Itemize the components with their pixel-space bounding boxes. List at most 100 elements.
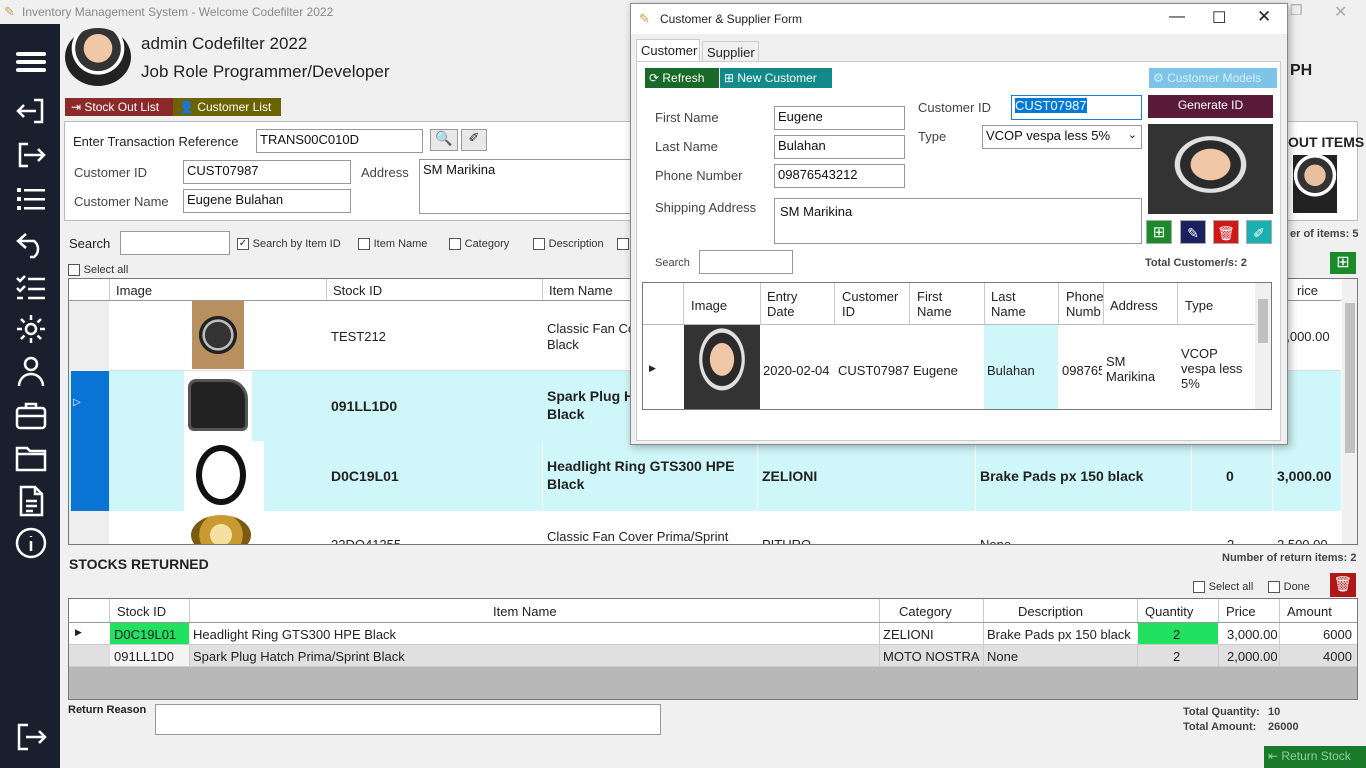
gear-icon[interactable] — [14, 312, 48, 346]
customer-tab-panel: ⟳ Refresh ⊞ New Customer ⚙ Customer Mode… — [636, 61, 1281, 441]
extra-checkbox[interactable] — [617, 235, 629, 250]
generate-id-button[interactable]: Generate ID — [1148, 95, 1273, 118]
user-avatar — [65, 28, 131, 86]
total-amount: 26000 — [1268, 721, 1299, 733]
return-stock-button[interactable]: ⇤ Return Stock — [1264, 746, 1366, 768]
item-row[interactable]: D0C19L01 Headlight Ring GTS300 HPE Black… — [69, 441, 1341, 511]
minimize-icon[interactable]: — — [1169, 8, 1185, 26]
customer-grid: Image Entry Date Customer ID First Name … — [642, 282, 1272, 410]
row-pointer-icon: ▶ — [649, 363, 656, 373]
done-checkbox[interactable]: Done — [1268, 578, 1310, 593]
item-image — [191, 515, 251, 544]
customer-list-tab[interactable]: 👤 Customer List — [173, 98, 281, 116]
stock-in-icon[interactable] — [14, 94, 48, 128]
phone-label: Phone Number — [655, 168, 743, 183]
refresh-button[interactable]: ⟳ Refresh — [645, 68, 719, 88]
returned-row[interactable]: ▶ D0C19L01 Headlight Ring GTS300 HPE Bla… — [69, 623, 1357, 645]
customer-models-button[interactable]: ⚙ Customer Models — [1149, 68, 1277, 88]
checklist-icon[interactable] — [14, 270, 48, 304]
search-input[interactable] — [120, 231, 230, 255]
gear-small-icon: ⚙ — [1153, 71, 1168, 85]
returned-select-all[interactable]: Select all — [1193, 578, 1253, 593]
cust-id-input[interactable]: CUST07987 — [183, 160, 351, 184]
returned-header: Stock ID Item Name Category Description … — [69, 599, 1357, 623]
tab-supplier[interactable]: Supplier — [702, 41, 759, 62]
address-label: Address — [361, 165, 409, 180]
document-icon[interactable] — [14, 484, 48, 518]
total-qty: 10 — [1268, 706, 1281, 718]
close-icon[interactable]: ✕ — [1334, 2, 1347, 22]
delete-returned-button[interactable]: 🗑 — [1330, 573, 1356, 597]
row-pointer-icon: ▶ — [75, 627, 82, 637]
items-scrollbar[interactable] — [1342, 279, 1357, 544]
search-trans-button[interactable]: 🔍 — [430, 129, 458, 151]
address-input[interactable]: SM Marikina — [419, 159, 631, 214]
category-checkbox[interactable]: Category — [449, 235, 509, 250]
total-qty-label: Total Quantity: — [1183, 706, 1260, 718]
total-customers: Total Customer/s: 2 — [1145, 257, 1247, 269]
maximize-icon[interactable]: ☐ — [1212, 8, 1226, 28]
edit-icon: ✎ — [1187, 225, 1199, 241]
export-button[interactable]: ⊞ — [1330, 252, 1356, 274]
delete-button[interactable]: 🗑 — [1213, 220, 1239, 244]
modal-cust-id-label: Customer ID — [918, 100, 991, 115]
return-reason-input[interactable] — [155, 704, 661, 735]
restore-icon[interactable]: ❐ — [1290, 2, 1303, 19]
col-stock-id: Stock ID — [333, 283, 383, 298]
row-pointer-icon: ▷ — [73, 397, 81, 408]
menu-icon[interactable] — [14, 44, 48, 78]
last-name-input[interactable]: Bulahan — [774, 135, 905, 159]
phone-input[interactable]: 09876543212 — [774, 164, 905, 188]
customer-row[interactable]: ▶ 2020-02-04 CUST07987 Eugene Bulahan 09… — [643, 325, 1255, 409]
item-row[interactable]: 22DO41255 Classic Fan Cover Prima/Sprint… — [69, 511, 1341, 544]
trans-input[interactable]: TRANS00C010D — [256, 129, 423, 153]
stock-out-list-tab[interactable]: ⇥ Stock Out List — [65, 98, 173, 116]
return-count: Number of return items: 2 — [1222, 552, 1357, 564]
first-name-label: First Name — [655, 110, 719, 125]
sidebar — [0, 24, 60, 768]
item-image — [196, 445, 246, 505]
first-name-input[interactable]: Eugene — [774, 106, 905, 130]
eraser-icon: ✐ — [1253, 225, 1265, 241]
return-icon[interactable] — [14, 226, 48, 260]
return-arrow-icon: ⇤ — [1268, 749, 1282, 763]
search-by-item-checkbox[interactable]: ✓ Search by Item ID — [237, 235, 341, 250]
stock-out-icon[interactable] — [14, 138, 48, 172]
returned-row[interactable]: 091LL1D0 Spark Plug Hatch Prima/Sprint B… — [69, 645, 1357, 667]
type-label: Type — [918, 129, 947, 144]
user-name: admin Codefilter 2022 — [141, 34, 308, 53]
person-icon: 👤 — [179, 100, 198, 114]
add-photo-button[interactable]: ⊞ — [1146, 220, 1172, 244]
returned-title: STOCKS RETURNED — [69, 556, 209, 572]
customer-grid-scrollbar[interactable] — [1255, 283, 1271, 409]
edit-button[interactable]: ✎ — [1180, 220, 1206, 244]
returned-grid: Stock ID Item Name Category Description … — [68, 598, 1358, 700]
trash-icon: 🗑 — [1333, 576, 1353, 593]
shipping-input[interactable]: SM Marikina — [774, 198, 1142, 244]
type-select[interactable]: VCOP vespa less 5% ⌄ — [982, 125, 1142, 149]
cust-name-input[interactable]: Eugene Bulahan — [183, 189, 351, 213]
briefcase-icon[interactable] — [14, 398, 48, 432]
description-checkbox[interactable]: Description — [533, 235, 604, 250]
checked-icon: ✓ — [237, 237, 249, 250]
info-icon[interactable] — [14, 526, 48, 560]
tab-customer[interactable]: Customer — [636, 39, 700, 62]
eraser-button[interactable]: ✐ — [461, 129, 487, 151]
folder-icon[interactable] — [14, 440, 48, 474]
total-amount-label: Total Amount: — [1183, 721, 1257, 733]
select-all-checkbox[interactable]: Select all — [68, 261, 128, 276]
logout-icon[interactable] — [14, 720, 48, 754]
new-customer-button[interactable]: ⊞ New Customer — [720, 68, 832, 88]
customer-photo — [1148, 124, 1273, 214]
modal-search-input[interactable] — [699, 250, 793, 274]
user-icon[interactable] — [14, 354, 48, 388]
return-reason-label: Return Reason — [68, 704, 147, 716]
customer-supplier-dialog: ✎ Customer & Supplier Form — ☐ ✕ Custome… — [630, 3, 1288, 445]
modal-cust-id-input[interactable]: CUST07987 — [1011, 95, 1142, 120]
item-name-checkbox[interactable]: Item Name — [358, 235, 427, 250]
close-dialog-icon[interactable]: ✕ — [1257, 7, 1271, 27]
clear-button[interactable]: ✐ — [1246, 220, 1272, 244]
list-icon[interactable] — [14, 182, 48, 216]
customer-thumb — [684, 325, 760, 409]
refresh-icon: ⟳ — [649, 71, 663, 85]
